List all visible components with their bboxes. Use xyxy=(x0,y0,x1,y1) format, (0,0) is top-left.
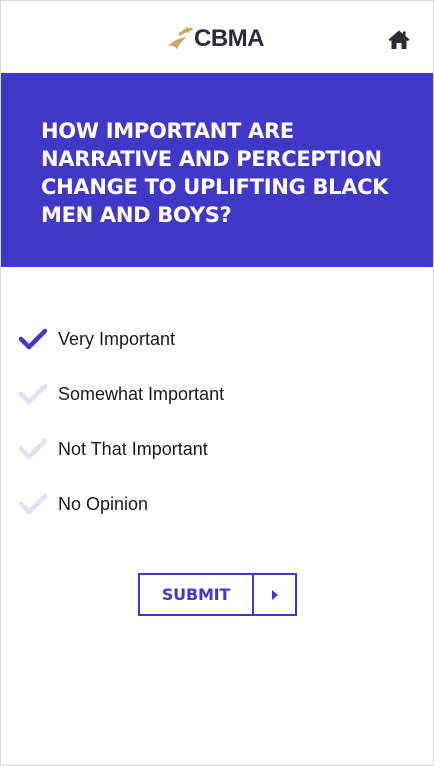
submit-arrow xyxy=(254,575,295,614)
logo-figure-icon xyxy=(168,26,193,49)
submit-label: SUBMIT xyxy=(140,575,254,614)
option-not-that-important[interactable]: Not That Important xyxy=(19,421,399,476)
option-label: Very Important xyxy=(58,328,176,349)
check-icon xyxy=(19,328,47,349)
check-icon xyxy=(19,438,47,459)
question-banner: HOW IMPORTANT ARE NARRATIVE AND PERCEPTI… xyxy=(1,73,433,267)
option-very-important[interactable]: Very Important xyxy=(19,311,399,366)
home-icon xyxy=(388,30,410,49)
option-label: Somewhat Important xyxy=(58,383,225,404)
option-somewhat-important[interactable]: Somewhat Important xyxy=(19,366,399,421)
caret-right-icon xyxy=(271,589,278,600)
cbma-logo[interactable]: CBMA xyxy=(165,23,265,55)
check-icon xyxy=(19,383,47,404)
home-button[interactable] xyxy=(387,29,411,51)
submit-button[interactable]: SUBMIT xyxy=(138,573,297,616)
check-icon xyxy=(19,493,47,514)
option-no-opinion[interactable]: No Opinion xyxy=(19,476,399,531)
app-frame: CBMA HOW IMPORTANT ARE NARRATIVE AND PER… xyxy=(0,0,434,766)
answer-options: Very Important Somewhat Important Not Th… xyxy=(19,311,399,531)
option-label: Not That Important xyxy=(58,438,208,459)
question-heading: HOW IMPORTANT ARE NARRATIVE AND PERCEPTI… xyxy=(41,119,389,227)
option-label: No Opinion xyxy=(58,493,149,514)
top-bar: CBMA xyxy=(1,1,433,73)
logo-text: CBMA xyxy=(194,25,265,52)
